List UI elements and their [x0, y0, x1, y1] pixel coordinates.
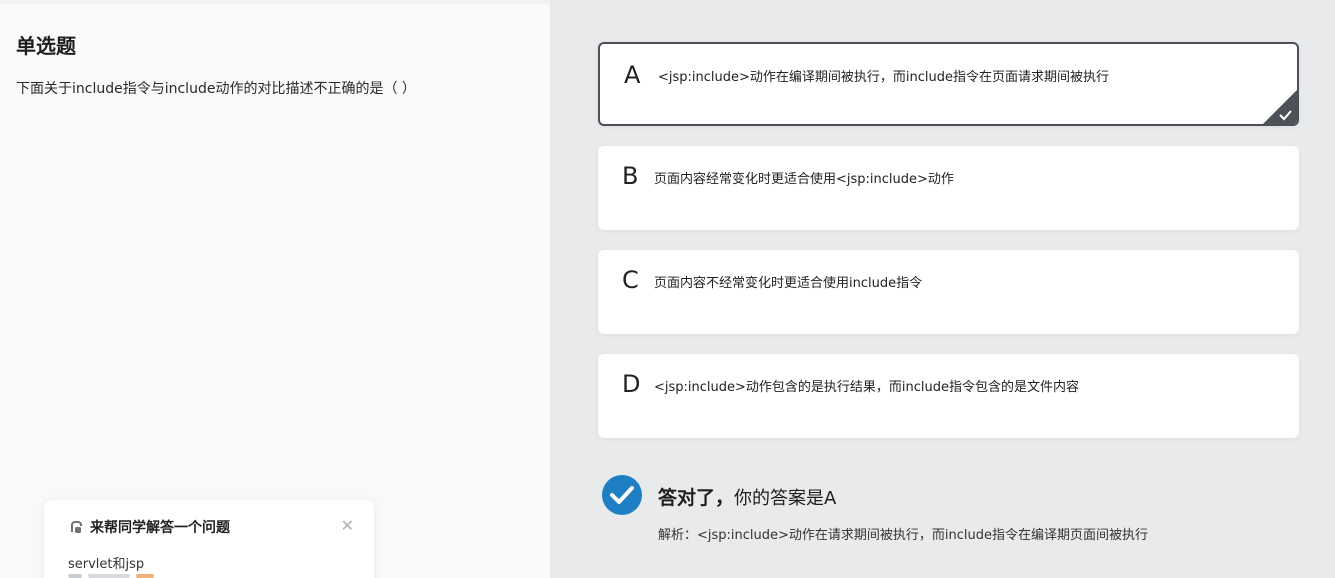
top-strip: [0, 0, 550, 4]
close-icon[interactable]: ✕: [341, 516, 354, 535]
question-text: 下面关于include指令与include动作的对比描述不正确的是（ ）: [16, 81, 416, 97]
help-card-topic[interactable]: servlet和jsp: [68, 553, 144, 572]
option-text: <jsp:include>动作包含的是执行结果，而include指令包含的是文件…: [654, 380, 1080, 395]
option-letter: C: [622, 266, 639, 294]
your-answer: 你的答案是A: [734, 488, 837, 509]
option-b[interactable]: B 页面内容经常变化时更适合使用<jsp:include>动作: [598, 146, 1299, 230]
option-a[interactable]: A <jsp:include>动作在编译期间被执行，而include指令在页面请…: [598, 42, 1299, 126]
page: 单选题 下面关于include指令与include动作的对比描述不正确的是（ ）…: [0, 0, 1335, 578]
option-letter: D: [622, 370, 641, 398]
option-letter: A: [624, 61, 641, 89]
selected-check-icon: [1263, 90, 1297, 124]
option-letter: B: [622, 162, 639, 190]
option-text: 页面内容不经常变化时更适合使用include指令: [654, 276, 923, 291]
question-pane: 单选题 下面关于include指令与include动作的对比描述不正确的是（ ）…: [0, 0, 550, 578]
correct-check-icon: [602, 475, 642, 515]
help-classmate-card[interactable]: 来帮同学解答一个问题 ✕ servlet和jsp: [44, 500, 374, 578]
option-text: <jsp:include>动作在编译期间被执行，而include指令在页面请求期…: [658, 70, 1110, 85]
help-card-title: 来帮同学解答一个问题: [90, 520, 230, 536]
help-card-header: 来帮同学解答一个问题: [68, 517, 230, 537]
question-type-title: 单选题: [16, 34, 76, 58]
option-d[interactable]: D <jsp:include>动作包含的是执行结果，而include指令包含的是…: [598, 354, 1299, 438]
help-card-preview-line: [68, 574, 208, 578]
result-message: 答对了，你的答案是A: [658, 483, 836, 510]
chat-bubble-icon: [71, 521, 82, 533]
option-c[interactable]: C 页面内容不经常变化时更适合使用include指令: [598, 250, 1299, 334]
options-pane: A <jsp:include>动作在编译期间被执行，而include指令在页面请…: [550, 0, 1335, 578]
result-status: 答对了，: [658, 487, 735, 509]
answer-analysis: 解析：<jsp:include>动作在请求期间被执行，而include指令在编译…: [658, 528, 1149, 543]
option-text: 页面内容经常变化时更适合使用<jsp:include>动作: [654, 172, 954, 187]
